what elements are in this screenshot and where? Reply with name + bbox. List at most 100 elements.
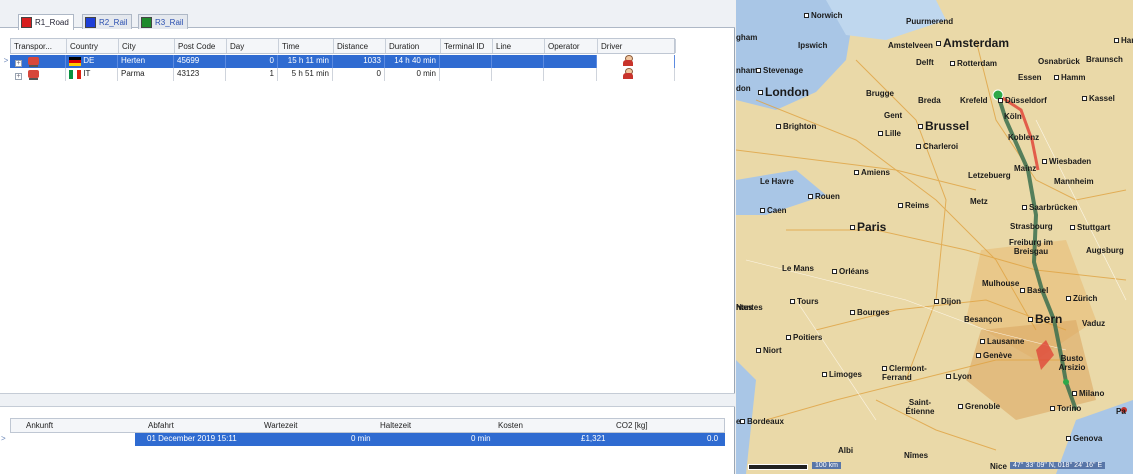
time-cell: 15 h 11 min [278, 55, 333, 68]
map-scale-label: 100 km [812, 462, 841, 469]
map-city-label: Lyon [946, 372, 972, 381]
map-city-label: Nice [990, 462, 1007, 471]
map-city-label: Amsterdam [936, 36, 1009, 50]
map-city-label: Braunsch [1086, 55, 1123, 64]
map-city-label: Genève [976, 351, 1012, 360]
map-city-label: Poitiers [786, 333, 822, 342]
map-city-label: Strasbourg [1010, 222, 1053, 231]
map-city-label: Caen [760, 206, 787, 215]
tab-r3-rail[interactable]: R3_Rail [138, 14, 189, 29]
transport-cell: + [10, 55, 66, 68]
wartezeit-cell: 0 min [351, 434, 371, 443]
postcode-cell: 45699 [174, 55, 226, 68]
map-city-label: Stevenage [756, 66, 803, 75]
map-city-label: Amstelveen [888, 41, 933, 50]
map-city-label: Lausanne [980, 337, 1024, 346]
day-cell: 1 [226, 68, 278, 81]
map-city-label: Rotterdam [950, 59, 997, 68]
map-city-label: Torino [1050, 404, 1081, 413]
map-city-label: Stuttgart [1070, 223, 1110, 232]
column-header[interactable]: Time [279, 39, 334, 53]
column-header[interactable]: Terminal ID [441, 39, 493, 53]
country-code: IT [83, 69, 91, 78]
column-header[interactable]: Kosten [495, 419, 523, 432]
map-city-label: Limoges [822, 370, 862, 379]
map-city-label: Bourges [850, 308, 889, 317]
map-city-label: Nîmes [904, 451, 929, 460]
map-city-label: Letzebuerg [968, 171, 1011, 180]
map-city-label: Köln [1004, 112, 1022, 121]
map-city-label: Clermont-Ferrand [882, 364, 927, 382]
map-city-label: Essen [1018, 73, 1042, 82]
map-city-label: Freiburg im Breisgau [1008, 238, 1053, 256]
map-city-label: Grenoble [958, 402, 1000, 411]
country-cell: IT [66, 68, 118, 81]
duration-cell: 14 h 40 min [385, 55, 440, 68]
map-city-label: Basel [1020, 286, 1048, 295]
table-row[interactable]: > 01 December 2019 15:11 0 min 0 min £1,… [1, 433, 725, 446]
column-header[interactable]: Day [227, 39, 279, 53]
grid-header: Transpor... Country City Post Code Day T… [10, 38, 676, 54]
expand-icon[interactable]: + [15, 73, 22, 80]
map-city-label: Busto Arsizio [1058, 354, 1086, 372]
line-cell [492, 68, 544, 81]
column-header[interactable]: Duration [386, 39, 441, 53]
day-cell: 0 [226, 55, 278, 68]
table-row[interactable]: + DE Herten 45699 0 15 h 11 min 1033 14 … [10, 55, 675, 68]
map-city-label: Düsseldorf [998, 96, 1047, 105]
map-city-label: Milano [1072, 389, 1104, 398]
driver-icon[interactable] [622, 68, 634, 79]
co2-cell: 0.0 [707, 434, 719, 443]
column-header[interactable]: CO2 [kg] [613, 419, 648, 432]
transport-cell: + [10, 68, 66, 81]
route-map[interactable]: Norwich Amsterdam Ipswich Amstelveen Del… [736, 0, 1133, 474]
column-header[interactable]: Driver [598, 39, 676, 53]
map-city-label: Wiesbaden [1042, 157, 1091, 166]
column-header[interactable]: Post Code [175, 39, 227, 53]
map-city-label: Le Havre [760, 177, 794, 186]
driver-cell [597, 68, 675, 81]
expand-icon[interactable]: + [15, 60, 22, 67]
map-city-label: Puurmerend [906, 17, 954, 26]
column-header[interactable]: Wartezeit [261, 419, 298, 432]
map-city-label: Bern [1028, 312, 1062, 326]
map-city-label: Lille [878, 129, 901, 138]
terminal-cell [440, 68, 492, 81]
column-header[interactable]: Operator [545, 39, 598, 53]
app-window: R1_Road R2_Rail R3_Rail Transpor... Coun… [0, 0, 1133, 474]
column-header[interactable]: Transpor... [11, 39, 67, 53]
tab-r2-rail[interactable]: R2_Rail [82, 14, 133, 29]
map-city-label: gham [736, 33, 758, 42]
distance-cell: 0 [333, 68, 385, 81]
country-code: DE [83, 56, 95, 65]
column-header[interactable]: Haltezeit [377, 419, 411, 432]
map-coordinates: 47° 33' 09" N, 018° 24' 16" E [1010, 462, 1106, 469]
map-city-label: Mulhouse [982, 279, 1020, 288]
panel-splitter[interactable] [0, 393, 735, 407]
route-panel: R1_Road R2_Rail R3_Rail Transpor... Coun… [0, 0, 735, 474]
column-header[interactable]: Distance [334, 39, 386, 53]
map-city-label: Albi [838, 446, 854, 455]
truck-icon [28, 57, 39, 67]
column-header[interactable]: Ankunft [23, 419, 53, 432]
driver-icon[interactable] [622, 55, 634, 66]
map-city-label: Delft [916, 58, 934, 67]
postcode-cell: 43123 [174, 68, 226, 81]
tab-r1-road[interactable]: R1_Road [18, 14, 74, 30]
column-header[interactable]: Line [493, 39, 545, 53]
map-city-label: Brighton [776, 122, 816, 131]
map-city-label: Norwich [804, 11, 843, 20]
map-city-label: Ipswich [798, 41, 828, 50]
map-city-label: Genova [1066, 434, 1102, 443]
map-city-label: e [736, 417, 741, 426]
map-city-label: Reims [898, 201, 929, 210]
map-city-label: Mainz [1014, 164, 1037, 173]
map-city-label: Augsburg [1086, 246, 1124, 255]
column-header[interactable]: Abfahrt [145, 419, 174, 432]
map-city-label: Mannheim [1054, 177, 1094, 186]
schedule-header: Ankunft Abfahrt Wartezeit Haltezeit Kost… [10, 418, 725, 433]
column-header[interactable]: City [119, 39, 175, 53]
table-row[interactable]: + IT Parma 43123 1 5 h 51 min 0 0 min [10, 68, 675, 81]
column-header[interactable]: Country [67, 39, 119, 53]
tab-label: R1_Road [35, 18, 69, 27]
